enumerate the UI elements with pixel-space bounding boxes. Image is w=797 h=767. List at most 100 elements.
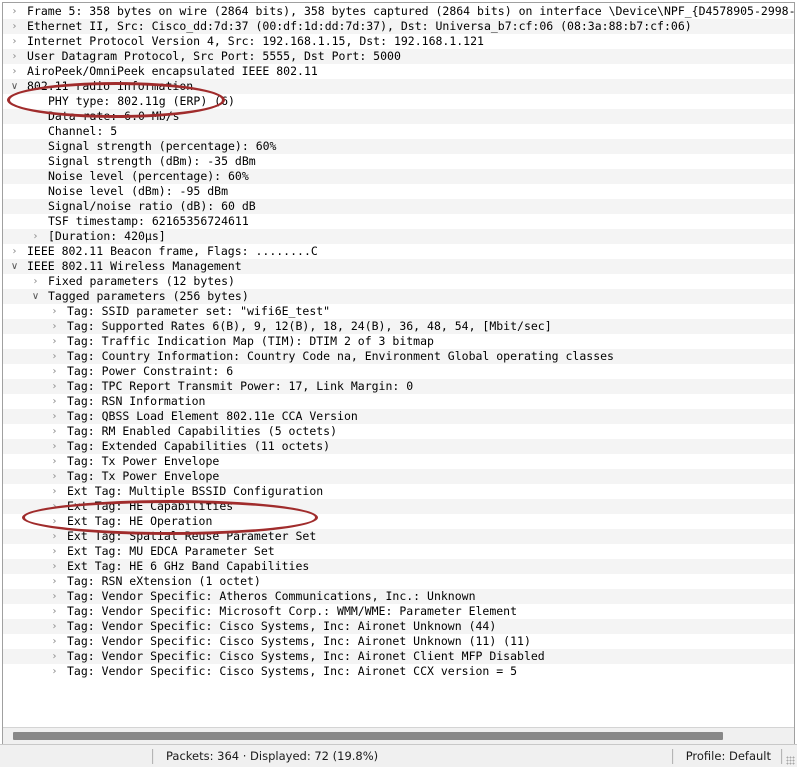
- tree-row[interactable]: › Tag: Vendor Specific: Atheros Communica…: [3, 589, 794, 604]
- chevron-down-icon[interactable]: ∨: [8, 259, 21, 274]
- tree-row[interactable]: Signal strength (percentage): 60%: [3, 139, 794, 154]
- tree-row[interactable]: Channel: 5: [3, 124, 794, 139]
- tree-row[interactable]: › Ext Tag: HE Operation: [3, 514, 794, 529]
- chevron-right-icon[interactable]: ›: [48, 349, 61, 364]
- chevron-right-icon[interactable]: ›: [48, 469, 61, 484]
- tree-row[interactable]: › Tag: Vendor Specific: Cisco Systems, In…: [3, 649, 794, 664]
- chevron-right-icon[interactable]: ›: [48, 364, 61, 379]
- chevron-right-icon[interactable]: ›: [48, 604, 61, 619]
- tree-row[interactable]: › User Datagram Protocol, Src Port: 5555,…: [3, 49, 794, 64]
- tree-row[interactable]: › Tag: Traffic Indication Map (TIM): DTIM…: [3, 334, 794, 349]
- tree-row[interactable]: › Tag: RSN eXtension (1 octet): [3, 574, 794, 589]
- horizontal-scrollbar[interactable]: [3, 727, 794, 744]
- tree-row[interactable]: › Tag: Country Information: Country Code …: [3, 349, 794, 364]
- tree-row[interactable]: › Ext Tag: HE 6 GHz Band Capabilities: [3, 559, 794, 574]
- chevron-right-icon[interactable]: ›: [48, 409, 61, 424]
- chevron-right-icon[interactable]: ›: [48, 499, 61, 514]
- chevron-right-icon[interactable]: ›: [48, 424, 61, 439]
- chevron-right-icon[interactable]: ›: [8, 34, 21, 49]
- capture-stats-text: Packets: 364 · Displayed: 72 (19.8%): [166, 749, 379, 763]
- chevron-down-icon[interactable]: ∨: [8, 79, 21, 94]
- tree-row[interactable]: Signal/noise ratio (dB): 60 dB: [3, 199, 794, 214]
- tree-row[interactable]: › [Duration: 420µs]: [3, 229, 794, 244]
- tree-row[interactable]: › Tag: RM Enabled Capabilities (5 octets): [3, 424, 794, 439]
- chevron-right-icon[interactable]: ›: [48, 649, 61, 664]
- chevron-right-icon[interactable]: ›: [48, 439, 61, 454]
- profile-text[interactable]: Profile: Default: [674, 749, 781, 763]
- tree-row-label: Channel: 5: [48, 124, 118, 138]
- tree-row[interactable]: › Ext Tag: MU EDCA Parameter Set: [3, 544, 794, 559]
- chevron-right-icon[interactable]: ›: [8, 19, 21, 34]
- chevron-right-icon[interactable]: ›: [48, 379, 61, 394]
- tree-row[interactable]: › Ext Tag: Multiple BSSID Configuration: [3, 484, 794, 499]
- tree-row[interactable]: › Tag: Supported Rates 6(B), 9, 12(B), 18…: [3, 319, 794, 334]
- chevron-right-icon[interactable]: ›: [48, 319, 61, 334]
- tree-row[interactable]: › Tag: Vendor Specific: Cisco Systems, In…: [3, 634, 794, 649]
- tree-row[interactable]: › Tag: Tx Power Envelope: [3, 454, 794, 469]
- packet-detail-pane[interactable]: › Frame 5: 358 bytes on wire (2864 bits),…: [2, 2, 795, 744]
- chevron-right-icon[interactable]: ›: [48, 334, 61, 349]
- tree-row-label: Internet Protocol Version 4, Src: 192.16…: [27, 34, 484, 48]
- tree-row[interactable]: › Tag: Power Constraint: 6: [3, 364, 794, 379]
- tree-row-label: [Duration: 420µs]: [48, 229, 166, 243]
- chevron-right-icon[interactable]: ›: [48, 574, 61, 589]
- tree-row[interactable]: › Ext Tag: Spatial Reuse Parameter Set: [3, 529, 794, 544]
- tree-row[interactable]: Signal strength (dBm): -35 dBm: [3, 154, 794, 169]
- chevron-right-icon[interactable]: ›: [8, 4, 21, 19]
- tree-row[interactable]: › Tag: Vendor Specific: Cisco Systems, In…: [3, 619, 794, 634]
- tree-row[interactable]: TSF timestamp: 62165356724611: [3, 214, 794, 229]
- tree-row[interactable]: › Frame 5: 358 bytes on wire (2864 bits),…: [3, 4, 794, 19]
- tree-row-label: Tag: Traffic Indication Map (TIM): DTIM …: [67, 334, 434, 348]
- chevron-right-icon[interactable]: ›: [48, 514, 61, 529]
- tree-row[interactable]: › Tag: Vendor Specific: Microsoft Corp.: …: [3, 604, 794, 619]
- chevron-right-icon[interactable]: ›: [48, 559, 61, 574]
- tree-row[interactable]: › Tag: QBSS Load Element 802.11e CCA Vers…: [3, 409, 794, 424]
- resize-grip-icon[interactable]: [783, 745, 797, 767]
- tree-row-label: Tag: RSN eXtension (1 octet): [67, 574, 261, 588]
- chevron-right-icon[interactable]: ›: [48, 394, 61, 409]
- packet-detail-tree[interactable]: › Frame 5: 358 bytes on wire (2864 bits),…: [3, 3, 794, 679]
- chevron-right-icon[interactable]: ›: [8, 49, 21, 64]
- chevron-right-icon[interactable]: ›: [48, 454, 61, 469]
- tree-row[interactable]: ∨ IEEE 802.11 Wireless Management: [3, 259, 794, 274]
- tree-row[interactable]: › IEEE 802.11 Beacon frame, Flags: ......…: [3, 244, 794, 259]
- tree-row[interactable]: › Tag: SSID parameter set: "wifi6E_test": [3, 304, 794, 319]
- tree-row-label: Tag: Vendor Specific: Cisco Systems, Inc…: [67, 619, 497, 633]
- chevron-right-icon[interactable]: ›: [48, 484, 61, 499]
- tree-row[interactable]: › AiroPeek/OmniPeek encapsulated IEEE 802…: [3, 64, 794, 79]
- tree-row[interactable]: ∨ Tagged parameters (256 bytes): [3, 289, 794, 304]
- chevron-right-icon[interactable]: ›: [48, 589, 61, 604]
- tree-row[interactable]: › Internet Protocol Version 4, Src: 192.1…: [3, 34, 794, 49]
- tree-row[interactable]: Data rate: 6.0 Mb/s: [3, 109, 794, 124]
- tree-row[interactable]: › Tag: TPC Report Transmit Power: 17, Lin…: [3, 379, 794, 394]
- tree-row[interactable]: › Tag: Extended Capabilities (11 octets): [3, 439, 794, 454]
- expert-info-area[interactable]: [0, 745, 152, 767]
- tree-row-label: Ext Tag: HE 6 GHz Band Capabilities: [67, 559, 310, 573]
- tree-row[interactable]: › Tag: Tx Power Envelope: [3, 469, 794, 484]
- chevron-right-icon[interactable]: ›: [48, 634, 61, 649]
- chevron-right-icon[interactable]: ›: [48, 619, 61, 634]
- chevron-right-icon[interactable]: ›: [8, 64, 21, 79]
- chevron-right-icon[interactable]: ›: [48, 664, 61, 679]
- tree-row[interactable]: › Tag: RSN Information: [3, 394, 794, 409]
- chevron-right-icon[interactable]: ›: [48, 544, 61, 559]
- tree-row[interactable]: › Ethernet II, Src: Cisco_dd:7d:37 (00:df…: [3, 19, 794, 34]
- tree-row-label: Tag: RSN Information: [67, 394, 206, 408]
- chevron-right-icon[interactable]: ›: [8, 244, 21, 259]
- tree-row[interactable]: Noise level (dBm): -95 dBm: [3, 184, 794, 199]
- chevron-right-icon[interactable]: ›: [29, 229, 42, 244]
- tree-row-label: TSF timestamp: 62165356724611: [48, 214, 249, 228]
- chevron-right-icon[interactable]: ›: [48, 529, 61, 544]
- chevron-down-icon[interactable]: ∨: [29, 289, 42, 304]
- tree-row[interactable]: PHY type: 802.11g (ERP) (6): [3, 94, 794, 109]
- tree-row[interactable]: Noise level (percentage): 60%: [3, 169, 794, 184]
- tree-row-label: Signal strength (dBm): -35 dBm: [48, 154, 256, 168]
- tree-row[interactable]: › Tag: Vendor Specific: Cisco Systems, In…: [3, 664, 794, 679]
- tree-row[interactable]: › Fixed parameters (12 bytes): [3, 274, 794, 289]
- chevron-right-icon[interactable]: ›: [29, 274, 42, 289]
- chevron-right-icon[interactable]: ›: [48, 304, 61, 319]
- tree-row-label: Tag: QBSS Load Element 802.11e CCA Versi…: [67, 409, 358, 423]
- tree-row[interactable]: › Ext Tag: HE Capabilities: [3, 499, 794, 514]
- horizontal-scrollbar-thumb[interactable]: [13, 732, 723, 740]
- tree-row[interactable]: ∨ 802.11 radio information: [3, 79, 794, 94]
